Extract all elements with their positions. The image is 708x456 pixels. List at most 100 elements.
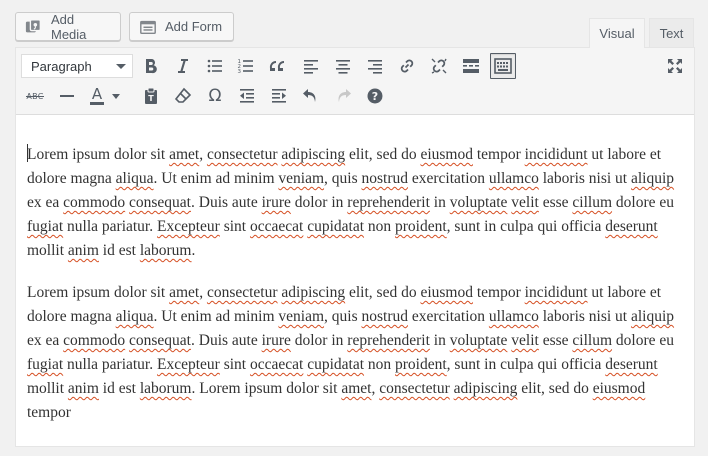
add-media-label: Add Media: [51, 11, 87, 42]
misspelled-word: velit: [511, 194, 539, 211]
toolbar-toggle-button[interactable]: [490, 53, 516, 79]
svg-text:3: 3: [238, 69, 242, 75]
misspelled-word: ullamco: [488, 170, 539, 187]
misspelled-word: cillum: [572, 194, 613, 211]
misspelled-word: laborum: [139, 242, 192, 259]
blockquote-button[interactable]: [266, 53, 292, 79]
align-left-button[interactable]: [298, 53, 324, 79]
misspelled-word: reprehenderit: [347, 332, 430, 349]
misspelled-word: veniam: [278, 170, 325, 187]
text-color-label: A: [91, 85, 103, 103]
redo-button[interactable]: [330, 83, 356, 109]
bulleted-list-button[interactable]: [202, 53, 228, 79]
add-media-button[interactable]: Add Media: [15, 11, 121, 42]
misspelled-word: laborum: [139, 380, 192, 397]
misspelled-word: eiusmod: [592, 380, 646, 397]
misspelled-word: aliquip: [630, 308, 675, 325]
chevron-down-icon: [116, 64, 126, 69]
misspelled-word: amet: [169, 146, 200, 163]
indent-button[interactable]: [266, 83, 292, 109]
misspelled-word: amet: [341, 380, 372, 397]
italic-button[interactable]: [170, 53, 196, 79]
format-select-value: Paragraph: [31, 58, 92, 74]
help-button[interactable]: ?: [362, 83, 388, 109]
paste-as-text-icon: T: [141, 86, 161, 106]
misspelled-word: ullamco: [488, 308, 539, 325]
toolbar-toggle-icon: [493, 56, 513, 76]
chevron-down-icon: [112, 93, 120, 99]
bold-button[interactable]: [138, 53, 164, 79]
clear-formatting-button[interactable]: [170, 83, 196, 109]
misspelled-word: amet: [169, 284, 200, 301]
text-color-button[interactable]: A: [86, 83, 108, 109]
fullscreen-button[interactable]: [662, 53, 688, 79]
misspelled-word: deserunt: [605, 356, 658, 373]
form-icon: [139, 18, 157, 36]
align-center-icon: [333, 56, 353, 76]
misspelled-word: occaecat: [249, 218, 304, 235]
editor: Paragraph 123 ABC A T Ω ? Lorem ipsum do…: [15, 47, 695, 447]
horizontal-line-button[interactable]: [54, 83, 80, 109]
misspelled-word: proident: [395, 218, 447, 235]
misspelled-word: voluptate: [449, 194, 508, 211]
svg-text:?: ?: [372, 90, 378, 103]
numbered-list-button[interactable]: 123: [233, 53, 259, 79]
media-icon: [25, 18, 43, 36]
misspelled-word: fugiat: [27, 218, 64, 235]
editor-toolbar: Paragraph 123 ABC A T Ω ?: [16, 48, 694, 115]
misspelled-word: aliqua: [115, 170, 154, 187]
misspelled-word: occaecat: [249, 356, 304, 373]
misspelled-word: incididunt: [524, 146, 588, 163]
outdent-icon: [237, 86, 257, 106]
misspelled-word: fugiat: [27, 356, 64, 373]
strikethrough-button[interactable]: ABC: [22, 83, 48, 109]
remove-link-button[interactable]: [426, 53, 452, 79]
misspelled-word: commodo: [63, 332, 126, 349]
misspelled-word: eiusmod: [420, 284, 473, 301]
redo-icon: [333, 86, 353, 106]
paragraph-2-text: Lorem ipsum dolor sit amet, consectetur …: [27, 284, 675, 421]
misspelled-word: Excepteur: [157, 218, 220, 235]
misspelled-word: incididunt: [524, 284, 588, 301]
tab-text[interactable]: Text: [649, 18, 694, 47]
align-center-button[interactable]: [330, 53, 356, 79]
misspelled-word: cillum: [572, 332, 613, 349]
misspelled-word: nostrud: [361, 308, 409, 325]
paragraph-1: Lorem ipsum dolor sit amet, consectetur …: [27, 143, 675, 263]
misspelled-word: cupidatat: [307, 218, 365, 235]
help-icon: ?: [365, 86, 385, 106]
misspelled-word: adipiscing: [281, 284, 346, 301]
format-select[interactable]: Paragraph: [21, 54, 133, 78]
blockquote-icon: [269, 56, 289, 76]
editor-content[interactable]: Lorem ipsum dolor sit amet, consectetur …: [16, 116, 694, 456]
tab-visual[interactable]: Visual: [589, 18, 645, 48]
misspelled-word: veniam: [278, 308, 325, 325]
misspelled-word: nostrud: [361, 170, 409, 187]
paragraph-2: Lorem ipsum dolor sit amet, consectetur …: [27, 281, 675, 425]
italic-icon: [173, 56, 193, 76]
read-more-button[interactable]: [458, 53, 484, 79]
bold-icon: [141, 56, 161, 76]
text-color-icon: A: [90, 87, 104, 105]
misspelled-word: aliquip: [630, 170, 675, 187]
add-form-label: Add Form: [165, 19, 223, 34]
misspelled-word: deserunt: [605, 218, 658, 235]
align-right-button[interactable]: [362, 53, 388, 79]
outdent-button[interactable]: [234, 83, 260, 109]
misspelled-word: commodo: [63, 194, 126, 211]
read-more-icon: [461, 56, 481, 76]
text-color-dropdown[interactable]: [109, 83, 123, 109]
misspelled-word: adipiscing: [453, 380, 518, 397]
misspelled-word: aliqua: [115, 308, 154, 325]
insert-link-button[interactable]: [394, 53, 420, 79]
insert-link-icon: [397, 56, 417, 76]
undo-icon: [301, 86, 321, 106]
align-left-icon: [301, 56, 321, 76]
remove-link-icon: [429, 56, 449, 76]
right-edge: [695, 0, 708, 445]
strikethrough-icon: ABC: [26, 92, 44, 101]
paste-as-text-button[interactable]: T: [138, 83, 164, 109]
special-character-button[interactable]: Ω: [202, 83, 228, 109]
add-form-button[interactable]: Add Form: [129, 12, 234, 41]
undo-button[interactable]: [298, 83, 324, 109]
